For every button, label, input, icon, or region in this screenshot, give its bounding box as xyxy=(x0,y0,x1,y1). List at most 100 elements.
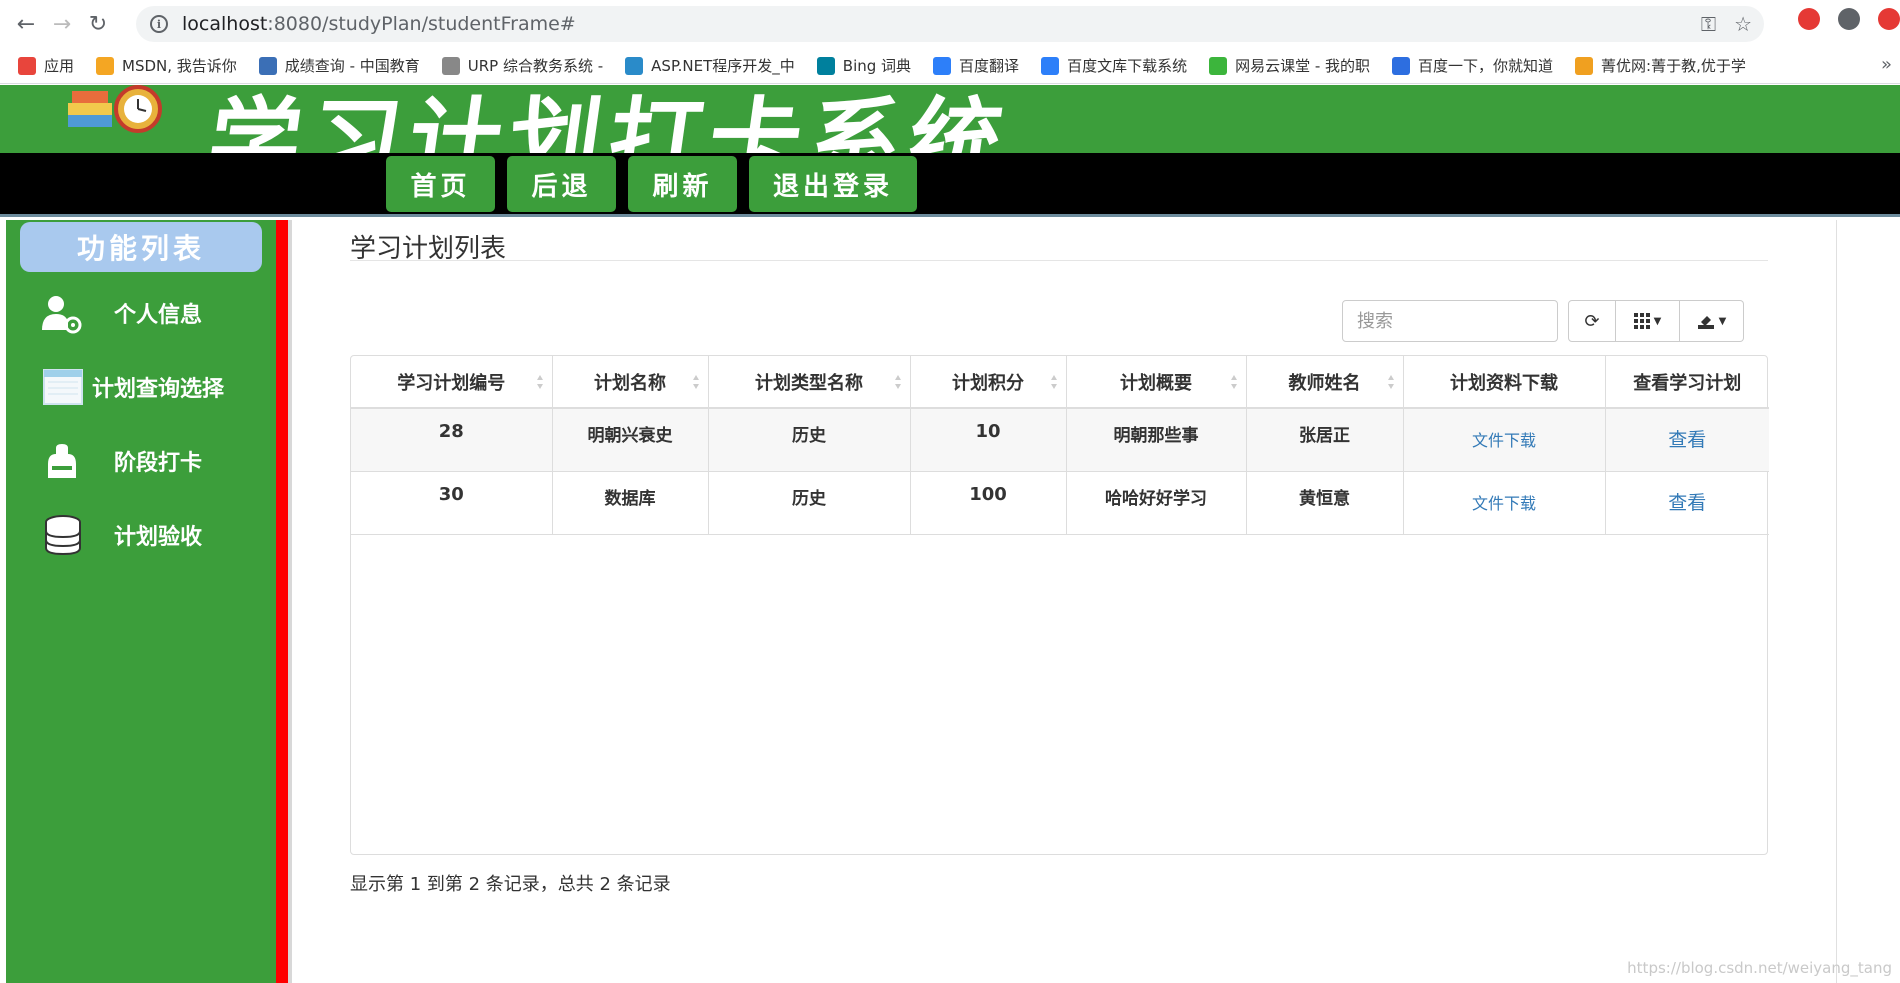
bookmark-label: URP 综合教务系统 - xyxy=(467,57,604,75)
sidebar-item-acceptance[interactable]: 计划验收 xyxy=(6,506,276,564)
sidebar-header: 功能列表 xyxy=(20,222,262,272)
file-download-link[interactable]: 文件下载 xyxy=(1472,490,1536,514)
column-header[interactable]: 计划积分 xyxy=(910,356,1067,409)
table-cell: 张居正 xyxy=(1246,408,1404,472)
bookmarks-bar: 应用 MSDN, 我告诉你 成绩查询 - 中国教育 URP 综合教务系统 - ASP.N… xyxy=(0,48,1900,84)
column-header[interactable]: 教师姓名 xyxy=(1246,356,1404,409)
profile-icon[interactable] xyxy=(1838,8,1860,30)
bookmark-favicon-icon xyxy=(441,56,460,75)
column-header-label: 计划名称 xyxy=(594,372,666,394)
table-row: 28 明朝兴衰史 历史 10 明朝那些事 张居正 文件下载 查看 xyxy=(351,408,1769,472)
bookmark-label: MSDN, 我告诉你 xyxy=(122,57,237,75)
bookmark-favicon-icon xyxy=(1392,56,1411,75)
table-cell: 明朝兴衰史 xyxy=(552,408,709,472)
table-row: 30 数据库 历史 100 哈哈好好学习 黄恒意 文件下载 查看 xyxy=(351,471,1769,535)
table-cell: 哈哈好好学习 xyxy=(1066,471,1247,535)
bookmark-label: 菁优网:菁于教,优于学 xyxy=(1601,57,1746,75)
bookmark-favicon-icon xyxy=(816,56,835,75)
cell-value: 明朝兴衰史 xyxy=(587,426,673,446)
table-cell: 历史 xyxy=(708,408,911,472)
bookmark-favicon-icon xyxy=(18,56,36,75)
reload-icon[interactable]: ↻ xyxy=(80,6,116,42)
export-button[interactable]: ▼ xyxy=(1680,300,1744,342)
star-icon[interactable]: ☆ xyxy=(1734,12,1752,36)
table-header-row: 学习计划编号 计划名称 计划类型名称 计划积分 计划概要 教师姓名 计划资料下载 查看学习计划 xyxy=(351,356,1769,409)
bookmark-label: 应用 xyxy=(44,57,75,75)
refresh-table-button[interactable]: ⟳ xyxy=(1568,300,1616,342)
sidebar-item-plan-query[interactable]: 计划查询选择 xyxy=(6,358,276,416)
refresh-button[interactable]: 刷新 xyxy=(628,156,737,212)
bookmark-label: 百度文库下载系统 xyxy=(1067,57,1188,75)
column-header[interactable]: 计划名称 xyxy=(552,356,709,409)
key-icon[interactable]: ⚿ xyxy=(1701,12,1716,36)
pagination-info: 显示第 1 到第 2 条记录，总共 2 条记录 xyxy=(350,874,671,895)
info-icon[interactable]: i xyxy=(150,15,168,33)
search-input[interactable] xyxy=(1342,300,1558,342)
sidebar-item-label: 计划查询选择 xyxy=(92,377,225,402)
bookmark-item[interactable]: 网易云课堂 - 我的职 xyxy=(1209,55,1370,76)
file-download-link[interactable]: 文件下载 xyxy=(1472,427,1536,451)
columns-toggle-button[interactable]: ▼ xyxy=(1616,300,1680,342)
cell-value: 28 xyxy=(438,421,464,442)
url-host: localhost xyxy=(182,13,268,35)
sidebar-item-label: 阶段打卡 xyxy=(114,451,203,476)
back-button[interactable]: 后退 xyxy=(507,156,616,212)
bookmark-item[interactable]: 百度一下，你就知道 xyxy=(1392,55,1553,76)
bookmark-label: 百度一下，你就知道 xyxy=(1418,57,1554,75)
column-header[interactable]: 学习计划编号 xyxy=(351,356,553,409)
bookmark-item[interactable]: 应用 xyxy=(18,55,74,76)
bookmark-item[interactable]: 百度文库下载系统 xyxy=(1041,55,1187,76)
bookmark-favicon-icon xyxy=(1041,56,1060,75)
table-toolbar: ⟳ ▼ ▼ xyxy=(1568,300,1744,342)
forward-arrow-icon[interactable]: → xyxy=(44,6,80,42)
cell-value: 10 xyxy=(975,421,1001,442)
sidebar-item-checkin[interactable]: 阶段打卡 xyxy=(6,432,276,490)
extension-icon[interactable] xyxy=(1798,8,1820,30)
table-cell: 100 xyxy=(910,471,1067,535)
sort-icon xyxy=(894,375,901,389)
column-header[interactable]: 计划类型名称 xyxy=(708,356,911,409)
url-path: :8080/studyPlan/studentFrame# xyxy=(267,13,576,35)
database-icon xyxy=(45,515,81,556)
bookmark-favicon-icon xyxy=(258,56,277,75)
app-header: 学习计划打卡系统 xyxy=(0,85,1900,153)
table-cell: 文件下载 xyxy=(1403,408,1606,472)
sidebar-item-profile[interactable]: 个人信息 xyxy=(6,284,276,342)
calendar-icon xyxy=(43,369,83,405)
cell-value: 黄恒意 xyxy=(1299,488,1350,509)
browser-toolbar: ← → ↻ i localhost:8080/studyPlan/student… xyxy=(0,0,1900,48)
bookmark-item[interactable]: ASP.NET程序开发_中 xyxy=(625,55,795,76)
table-cell: 10 xyxy=(910,408,1067,472)
bookmark-item[interactable]: 菁优网:菁于教,优于学 xyxy=(1575,55,1746,76)
bookmark-label: 成绩查询 - 中国教育 xyxy=(284,57,420,75)
grid-icon xyxy=(1633,313,1650,329)
chevron-down-icon: ▼ xyxy=(1653,315,1662,327)
bookmark-favicon-icon xyxy=(625,56,644,75)
bookmark-label: ASP.NET程序开发_中 xyxy=(651,57,795,75)
column-header: 查看学习计划 xyxy=(1605,356,1769,409)
alarm-clock-books-icon xyxy=(68,85,162,133)
column-header[interactable]: 计划概要 xyxy=(1066,356,1247,409)
cell-value: 历史 xyxy=(792,426,826,446)
home-button[interactable]: 首页 xyxy=(386,156,495,212)
view-plan-link[interactable]: 查看 xyxy=(1668,488,1706,515)
bookmark-favicon-icon xyxy=(1575,56,1594,75)
bookmark-item[interactable]: URP 综合教务系统 - xyxy=(441,55,604,76)
bookmark-item[interactable]: 百度翻译 xyxy=(933,55,1019,76)
sidebar: 功能列表 个人信息 计划查询选择 阶段打卡 计划验收 xyxy=(6,220,276,983)
back-arrow-icon[interactable]: ← xyxy=(8,6,44,42)
refresh-icon: ⟳ xyxy=(1584,310,1600,332)
bookmarks-overflow-icon[interactable]: » xyxy=(1881,54,1892,75)
sidebar-divider xyxy=(276,220,288,983)
bookmark-item[interactable]: 成绩查询 - 中国教育 xyxy=(258,55,420,76)
cell-value: 明朝那些事 xyxy=(1113,426,1199,446)
cell-value: 数据库 xyxy=(604,488,656,509)
bookmark-item[interactable]: Bing 词典 xyxy=(816,55,911,76)
address-bar[interactable]: i localhost:8080/studyPlan/studentFrame#… xyxy=(136,6,1764,42)
watermark: https://blog.csdn.net/weiyang_tang xyxy=(1627,959,1892,977)
bookmark-item[interactable]: MSDN, 我告诉你 xyxy=(96,55,237,76)
view-plan-link[interactable]: 查看 xyxy=(1668,425,1706,452)
extension-icon-2[interactable] xyxy=(1878,8,1900,30)
logout-button[interactable]: 退出登录 xyxy=(749,156,917,212)
sidebar-item-label: 个人信息 xyxy=(114,303,203,328)
